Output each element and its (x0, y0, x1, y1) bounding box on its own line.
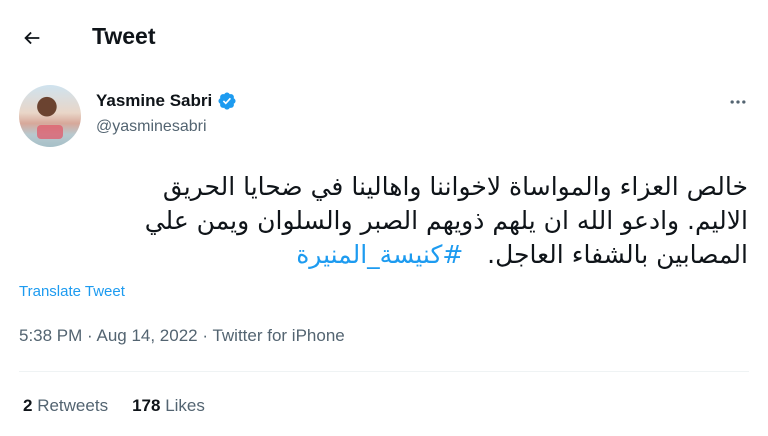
hashtag-link[interactable]: #كنيسة_المنيرة (296, 240, 463, 269)
tweet-text-line: المصابين بالشفاء العاجل. #كنيسة_المنيرة (18, 238, 748, 272)
retweets-count: 2 (23, 396, 33, 415)
avatar[interactable] (19, 85, 81, 147)
tweet-date[interactable]: Aug 14, 2022 (96, 326, 197, 345)
translate-tweet-link[interactable]: Translate Tweet (19, 282, 125, 302)
author-name-row: Yasmine Sabri (96, 91, 237, 111)
arrow-left-icon (21, 27, 43, 49)
verified-badge-icon (217, 91, 237, 111)
retweets-label: Retweets (37, 396, 109, 415)
divider (19, 371, 749, 372)
likes-count: 178 (132, 396, 161, 415)
more-horizontal-icon (728, 92, 748, 112)
likes-stat[interactable]: 178 Likes (132, 395, 205, 417)
tweet-meta: 5:38 PM · Aug 14, 2022 · Twitter for iPh… (19, 325, 345, 347)
tweet-text-line: خالص العزاء والمواساة لاخواننا واهالينا … (162, 172, 748, 201)
tweet-text-line: الاليم. وادعو الله ان يلهم ذويهم الصبر و… (144, 206, 748, 235)
tweet-stats: 2 Retweets 178 Likes (23, 395, 205, 417)
author-handle[interactable]: @yasminesabri (96, 117, 207, 137)
meta-separator: · (82, 326, 97, 345)
tweet-source[interactable]: Twitter for iPhone (212, 326, 344, 345)
tweet-text-fragment: المصابين بالشفاء العاجل. (487, 240, 748, 269)
retweets-stat[interactable]: 2 Retweets (23, 395, 108, 417)
tweet-time[interactable]: 5:38 PM (19, 326, 82, 345)
author-display-name[interactable]: Yasmine Sabri (96, 91, 212, 111)
tweet-text: خالص العزاء والمواساة لاخواننا واهالينا … (18, 170, 748, 272)
more-button[interactable] (724, 88, 752, 116)
back-button[interactable] (16, 22, 48, 54)
likes-label: Likes (165, 396, 205, 415)
tweet-header: Tweet (0, 0, 768, 72)
meta-separator: · (197, 326, 213, 345)
page-title: Tweet (92, 23, 156, 49)
